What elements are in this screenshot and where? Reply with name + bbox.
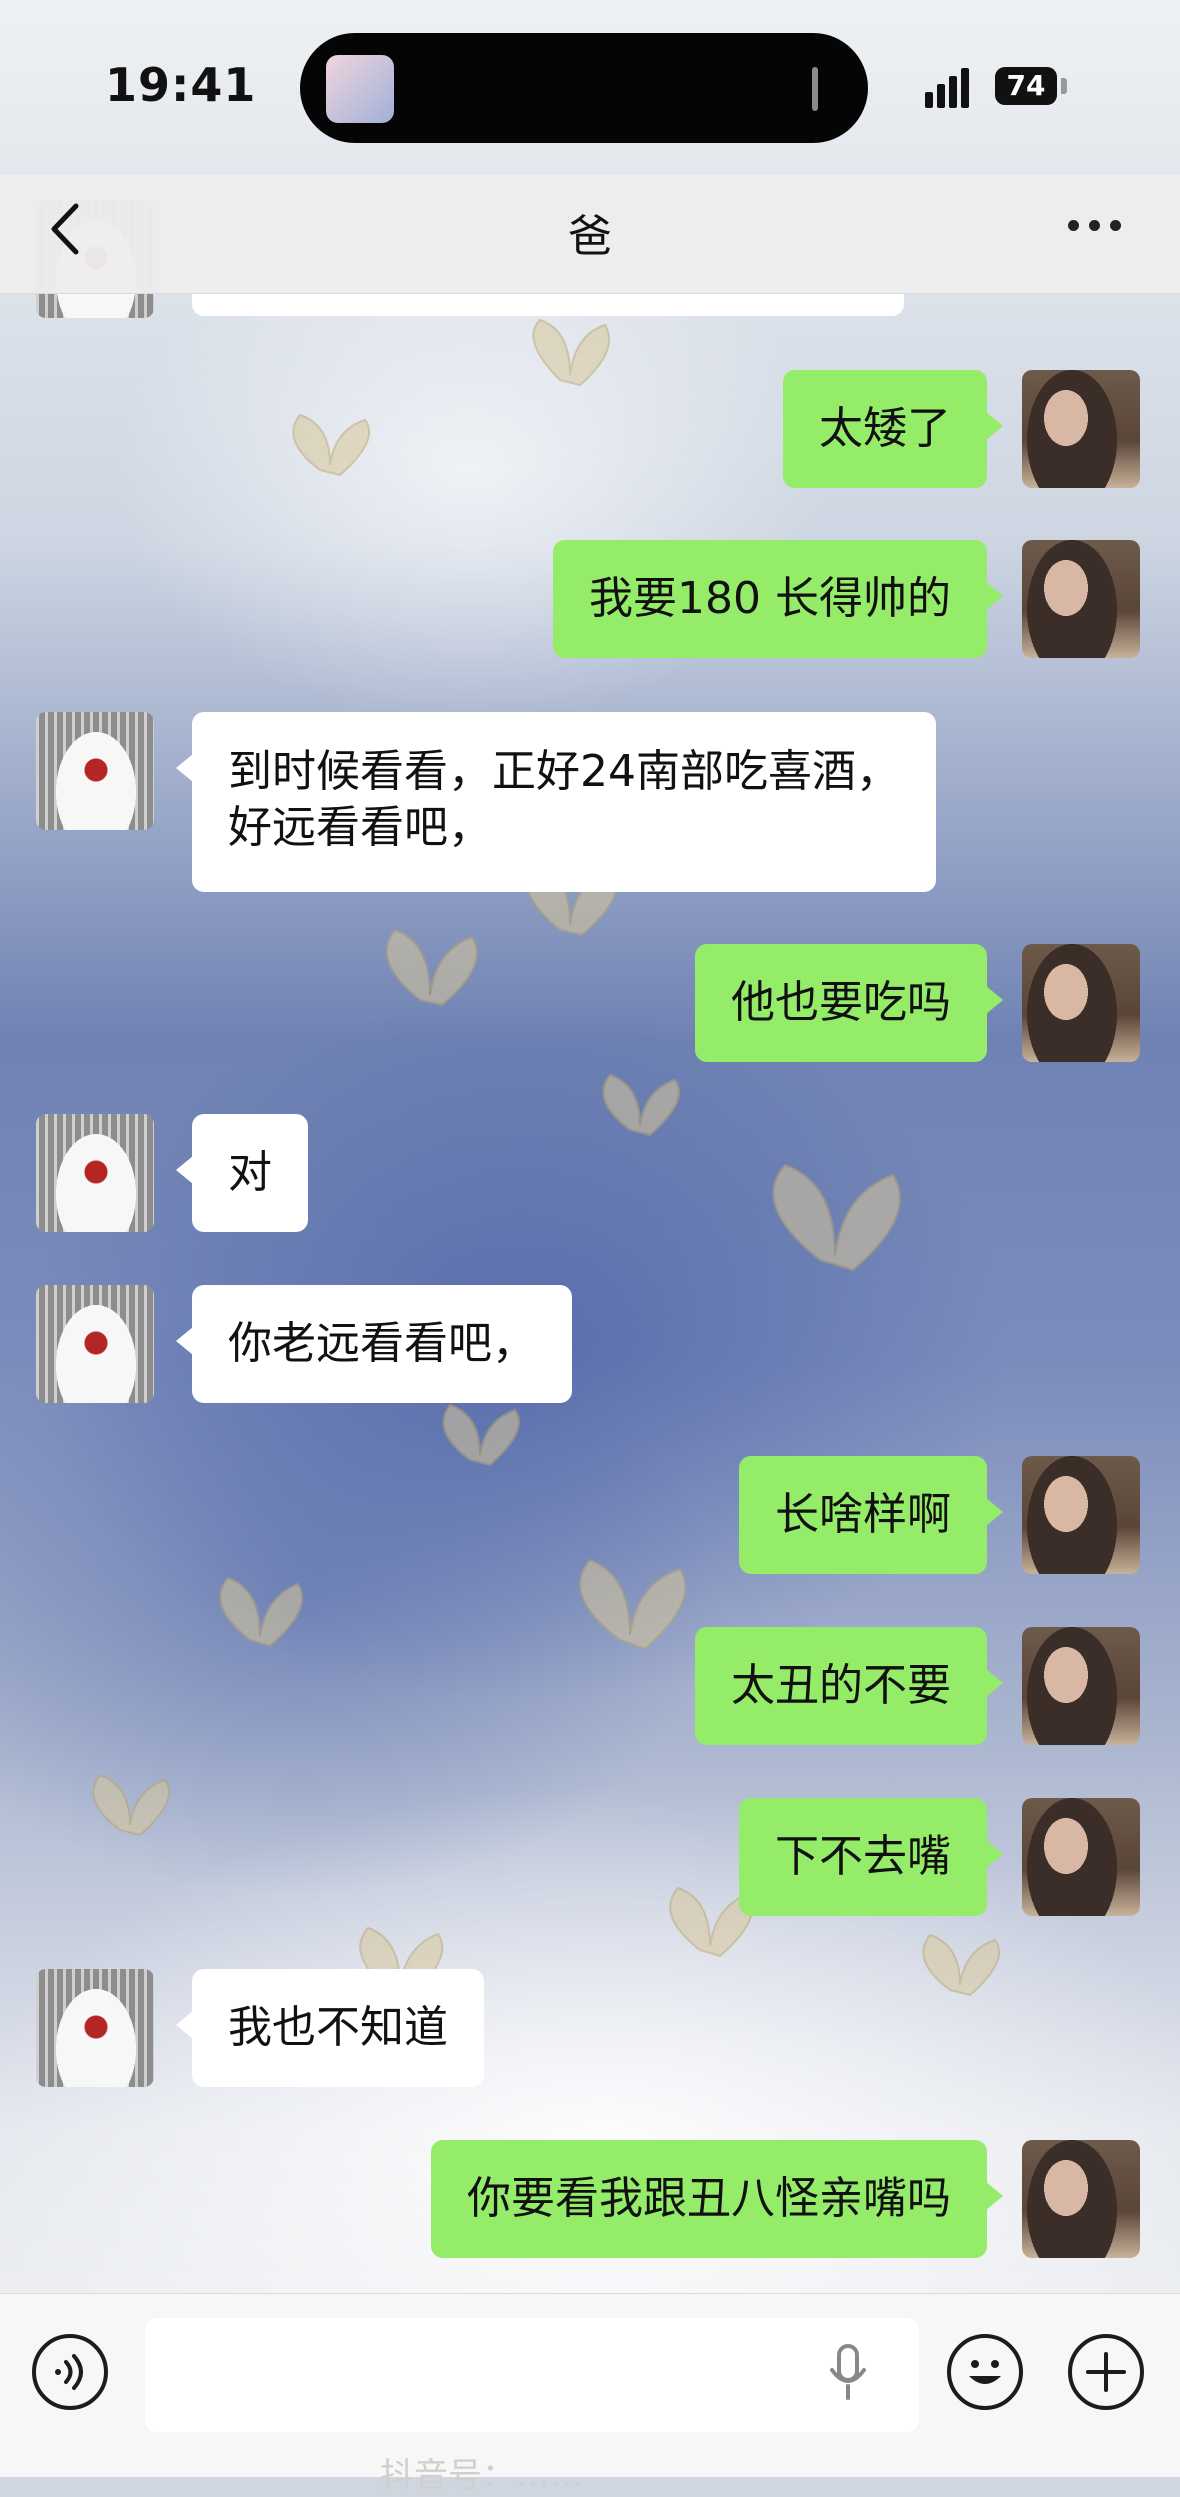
outgoing-message[interactable]: 太丑的不要 — [695, 1627, 1003, 1745]
incoming-message[interactable]: 对 — [176, 1114, 308, 1232]
voice-button[interactable] — [32, 2334, 108, 2410]
incoming-message[interactable]: 你老远看看吧， — [176, 1285, 572, 1403]
emoji-icon — [969, 2360, 1001, 2384]
avatar-me[interactable] — [1022, 370, 1140, 488]
plus-icon — [1086, 2352, 1126, 2392]
message-text: 你要看我跟丑八怪亲嘴吗 — [467, 2173, 951, 2224]
incoming-message[interactable]: 到时候看看，正好24南部吃喜酒， 好远看看吧， — [176, 712, 936, 892]
message-text: 他也要吃吗 — [731, 977, 951, 1028]
message-text: 我也不知道 — [228, 2002, 448, 2053]
avatar-dad[interactable] — [36, 712, 154, 830]
battery-icon: 74 — [995, 67, 1057, 105]
butterfly-pattern — [92, 318, 1000, 1998]
plus-button[interactable] — [1068, 2334, 1144, 2410]
island-thumbnail — [326, 55, 394, 123]
message-text: 下不去嘴 — [775, 1831, 951, 1882]
message-text: 太丑的不要 — [731, 1660, 951, 1711]
outgoing-message[interactable]: 你要看我跟丑八怪亲嘴吗 — [431, 2140, 1003, 2258]
outgoing-message[interactable]: 我要180 长得帅的 — [553, 540, 1003, 658]
message-text: 你老远看看吧， — [228, 1318, 536, 1369]
status-time: 19:41 — [105, 58, 257, 112]
outgoing-message[interactable]: 他也要吃吗 — [695, 944, 1003, 1062]
avatar-me[interactable] — [1022, 1627, 1140, 1745]
outgoing-message[interactable]: 长啥样啊 — [739, 1456, 1003, 1574]
avatar-dad[interactable] — [36, 1969, 154, 2087]
chat-title: 爸 — [568, 211, 612, 262]
emoji-button[interactable] — [947, 2334, 1023, 2410]
voice-icon — [55, 2354, 83, 2390]
message-input[interactable] — [145, 2318, 919, 2432]
avatar-me[interactable] — [1022, 1456, 1140, 1574]
dynamic-island[interactable] — [300, 33, 868, 143]
avatar-me[interactable] — [1022, 944, 1140, 1062]
message-text: 好远看看吧， — [228, 802, 492, 853]
message-text: 对 — [228, 1147, 272, 1198]
avatar-me[interactable] — [1022, 2140, 1140, 2258]
incoming-message[interactable]: 我也不知道 — [176, 1969, 484, 2087]
outgoing-message[interactable]: 下不去嘴 — [739, 1798, 1003, 1916]
avatar-dad[interactable] — [36, 1114, 154, 1232]
message-text: 长啥样啊 — [775, 1489, 951, 1540]
island-activity-indicator — [812, 67, 818, 111]
chat-background — [0, 0, 1180, 2476]
outgoing-message[interactable]: 太矮了 — [783, 370, 1003, 488]
avatar-dad[interactable] — [36, 1285, 154, 1403]
message-text: 太矮了 — [819, 403, 951, 454]
more-icon[interactable] — [1068, 220, 1128, 232]
battery-tip — [1061, 78, 1067, 94]
status-bar: 19:41 74 — [0, 0, 1180, 175]
message-text: 我要180 长得帅的 — [589, 573, 951, 624]
signal-icon — [925, 66, 981, 108]
message-text: 到时候看看，正好24南部吃喜酒， — [228, 746, 900, 797]
avatar-me[interactable] — [1022, 1798, 1140, 1916]
avatar-me[interactable] — [1022, 540, 1140, 658]
mic-icon[interactable] — [826, 2342, 870, 2404]
watermark: 抖音号：…… — [380, 2456, 584, 2496]
